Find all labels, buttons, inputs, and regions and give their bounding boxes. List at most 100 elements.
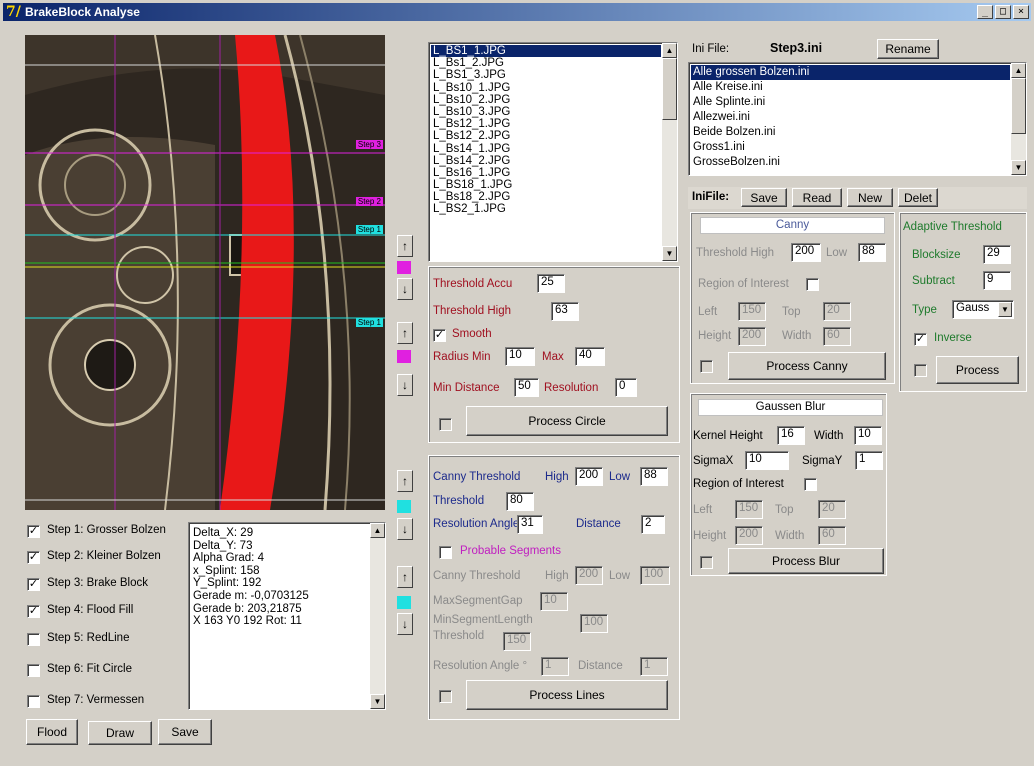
ini-read-button[interactable]: Read <box>792 188 842 207</box>
file-list-item[interactable]: L_BS1_3.JPG <box>431 69 661 81</box>
process-canny-checkbox[interactable] <box>700 360 713 373</box>
gauss-roi-checkbox[interactable] <box>804 478 817 491</box>
file-list-item[interactable]: L_BS2_1.JPG <box>431 203 661 215</box>
max-segment-gap-input[interactable]: 10 <box>540 592 568 611</box>
step-checkbox[interactable]: ✓ <box>27 578 40 591</box>
p-distance-input[interactable]: 1 <box>640 657 668 676</box>
adaptive-process-button[interactable]: Process <box>936 356 1019 384</box>
ini-list-item[interactable]: Gross1.ini <box>691 140 1010 155</box>
file-list-item[interactable]: L_Bs12_1.JPG <box>431 118 661 130</box>
rename-button[interactable]: Rename <box>877 39 939 59</box>
canny-left-input[interactable]: 150 <box>738 302 766 321</box>
step-up-arrow-icon[interactable]: ↑ <box>397 235 413 257</box>
ini-new-button[interactable]: New <box>847 188 893 207</box>
scroll-down-icon[interactable]: ▼ <box>370 694 385 709</box>
blocksize-input[interactable]: 29 <box>983 245 1011 264</box>
process-blur-checkbox[interactable] <box>700 556 713 569</box>
p-low-input[interactable]: 100 <box>640 566 670 585</box>
canny-high-input[interactable]: 200 <box>575 467 603 486</box>
file-list-item[interactable]: L_Bs10_1.JPG <box>431 82 661 94</box>
maximize-button[interactable]: □ <box>995 5 1011 19</box>
subtract-input[interactable]: 9 <box>983 271 1011 290</box>
step-down-arrow-icon[interactable]: ↓ <box>397 613 413 635</box>
output-textarea[interactable]: Delta_X: 29 Delta_Y: 73 Alpha Grad: 4 x_… <box>188 522 386 710</box>
close-button[interactable]: × <box>1013 5 1029 19</box>
step-down-arrow-icon[interactable]: ↓ <box>397 278 413 300</box>
scroll-thumb[interactable] <box>662 58 677 120</box>
step-checkbox[interactable] <box>27 664 40 677</box>
ini-delete-button[interactable]: Delet <box>898 188 938 207</box>
save-button[interactable]: Save <box>158 719 212 745</box>
gauss-top-input[interactable]: 20 <box>818 500 846 519</box>
step-checkbox[interactable]: ✓ <box>27 525 40 538</box>
ini-save-button[interactable]: Save <box>741 188 787 207</box>
canny-low-input[interactable]: 88 <box>640 467 668 486</box>
canny-low-input[interactable]: 88 <box>858 243 886 262</box>
sigmay-input[interactable]: 1 <box>855 451 883 470</box>
minimize-button[interactable]: _ <box>977 5 993 19</box>
scroll-down-icon[interactable]: ▼ <box>662 246 677 261</box>
ini-list-item[interactable]: Allezwei.ini <box>691 110 1010 125</box>
file-list-item[interactable]: L_Bs16_1.JPG <box>431 167 661 179</box>
file-list-item[interactable]: L_Bs18_2.JPG <box>431 191 661 203</box>
draw-button[interactable]: Draw <box>88 721 152 745</box>
image-view[interactable]: Step 3 Step 2 Step 1 Step 1 <box>25 35 385 510</box>
scroll-up-icon[interactable]: ▲ <box>662 43 677 58</box>
resolution-input[interactable]: 0 <box>615 378 637 397</box>
ini-list[interactable]: Alle grossen Bolzen.ini Alle Kreise.ini … <box>688 62 1027 176</box>
probable-segments-checkbox[interactable] <box>439 546 452 559</box>
step-checkbox[interactable] <box>27 695 40 708</box>
scroll-up-icon[interactable]: ▲ <box>370 523 385 538</box>
step-down-arrow-icon[interactable]: ↓ <box>397 374 413 396</box>
smooth-checkbox[interactable]: ✓ <box>433 329 446 342</box>
process-canny-button[interactable]: Process Canny <box>728 352 886 380</box>
file-list-scrollbar[interactable]: ▲ ▼ <box>662 43 677 261</box>
radius-min-input[interactable]: 10 <box>505 347 535 366</box>
gauss-left-input[interactable]: 150 <box>735 500 763 519</box>
resolution-angle-input[interactable]: 31 <box>517 515 543 534</box>
file-list-item[interactable]: L_BS18_1.JPG <box>431 179 661 191</box>
scroll-up-icon[interactable]: ▲ <box>1011 63 1026 78</box>
process-lines-button[interactable]: Process Lines <box>466 680 668 710</box>
p-high-input[interactable]: 200 <box>575 566 603 585</box>
inverse-checkbox[interactable]: ✓ <box>914 333 927 346</box>
file-list-item[interactable]: L_Bs14_2.JPG <box>431 155 661 167</box>
step-up-arrow-icon[interactable]: ↑ <box>397 566 413 588</box>
scroll-down-icon[interactable]: ▼ <box>1011 160 1026 175</box>
ini-list-item[interactable]: Alle Splinte.ini <box>691 95 1010 110</box>
process-lines-checkbox[interactable] <box>439 690 452 703</box>
threshold-high-input[interactable]: 63 <box>551 302 579 321</box>
process-blur-button[interactable]: Process Blur <box>728 548 884 574</box>
step-checkbox[interactable] <box>27 633 40 646</box>
sigmax-input[interactable]: 10 <box>745 451 789 470</box>
step-checkbox[interactable]: ✓ <box>27 605 40 618</box>
gauss-height-input[interactable]: 200 <box>735 526 763 545</box>
flood-button[interactable]: Flood <box>26 719 78 745</box>
canny-top-input[interactable]: 20 <box>823 302 851 321</box>
kernel-width-input[interactable]: 10 <box>854 426 882 445</box>
process-circle-button[interactable]: Process Circle <box>466 406 668 436</box>
gauss-width-input[interactable]: 60 <box>818 526 846 545</box>
ini-list-item[interactable]: Alle Kreise.ini <box>691 80 1010 95</box>
canny-roi-checkbox[interactable] <box>806 278 819 291</box>
scroll-thumb[interactable] <box>1011 78 1026 134</box>
distance-input[interactable]: 2 <box>641 515 665 534</box>
kernel-height-input[interactable]: 16 <box>777 426 805 445</box>
file-list-item[interactable]: L_Bs10_3.JPG <box>431 106 661 118</box>
p-resolution-angle-input[interactable]: 1 <box>541 657 569 676</box>
threshold-accu-input[interactable]: 25 <box>537 274 565 293</box>
step-up-arrow-icon[interactable]: ↑ <box>397 470 413 492</box>
title-bar[interactable]: 7/ BrakeBlock Analyse _ □ × <box>3 3 1031 21</box>
canny-high-input[interactable]: 200 <box>791 243 821 262</box>
file-list[interactable]: L_BS1_1.JPG L_Bs1_2.JPG L_BS1_3.JPG L_Bs… <box>428 42 678 262</box>
step-checkbox[interactable]: ✓ <box>27 551 40 564</box>
canny-width-input[interactable]: 60 <box>823 327 851 346</box>
min-segment-length-input[interactable]: 100 <box>580 614 608 633</box>
step-down-arrow-icon[interactable]: ↓ <box>397 518 413 540</box>
file-list-item[interactable]: L_Bs12_2.JPG <box>431 130 661 142</box>
file-list-item[interactable]: L_BS1_1.JPG <box>431 45 661 58</box>
ini-list-scrollbar[interactable]: ▲ ▼ <box>1011 63 1026 175</box>
file-list-item[interactable]: L_Bs10_2.JPG <box>431 94 661 106</box>
file-list-item[interactable]: L_Bs1_2.JPG <box>431 57 661 69</box>
ini-list-item[interactable]: Beide Bolzen.ini <box>691 125 1010 140</box>
